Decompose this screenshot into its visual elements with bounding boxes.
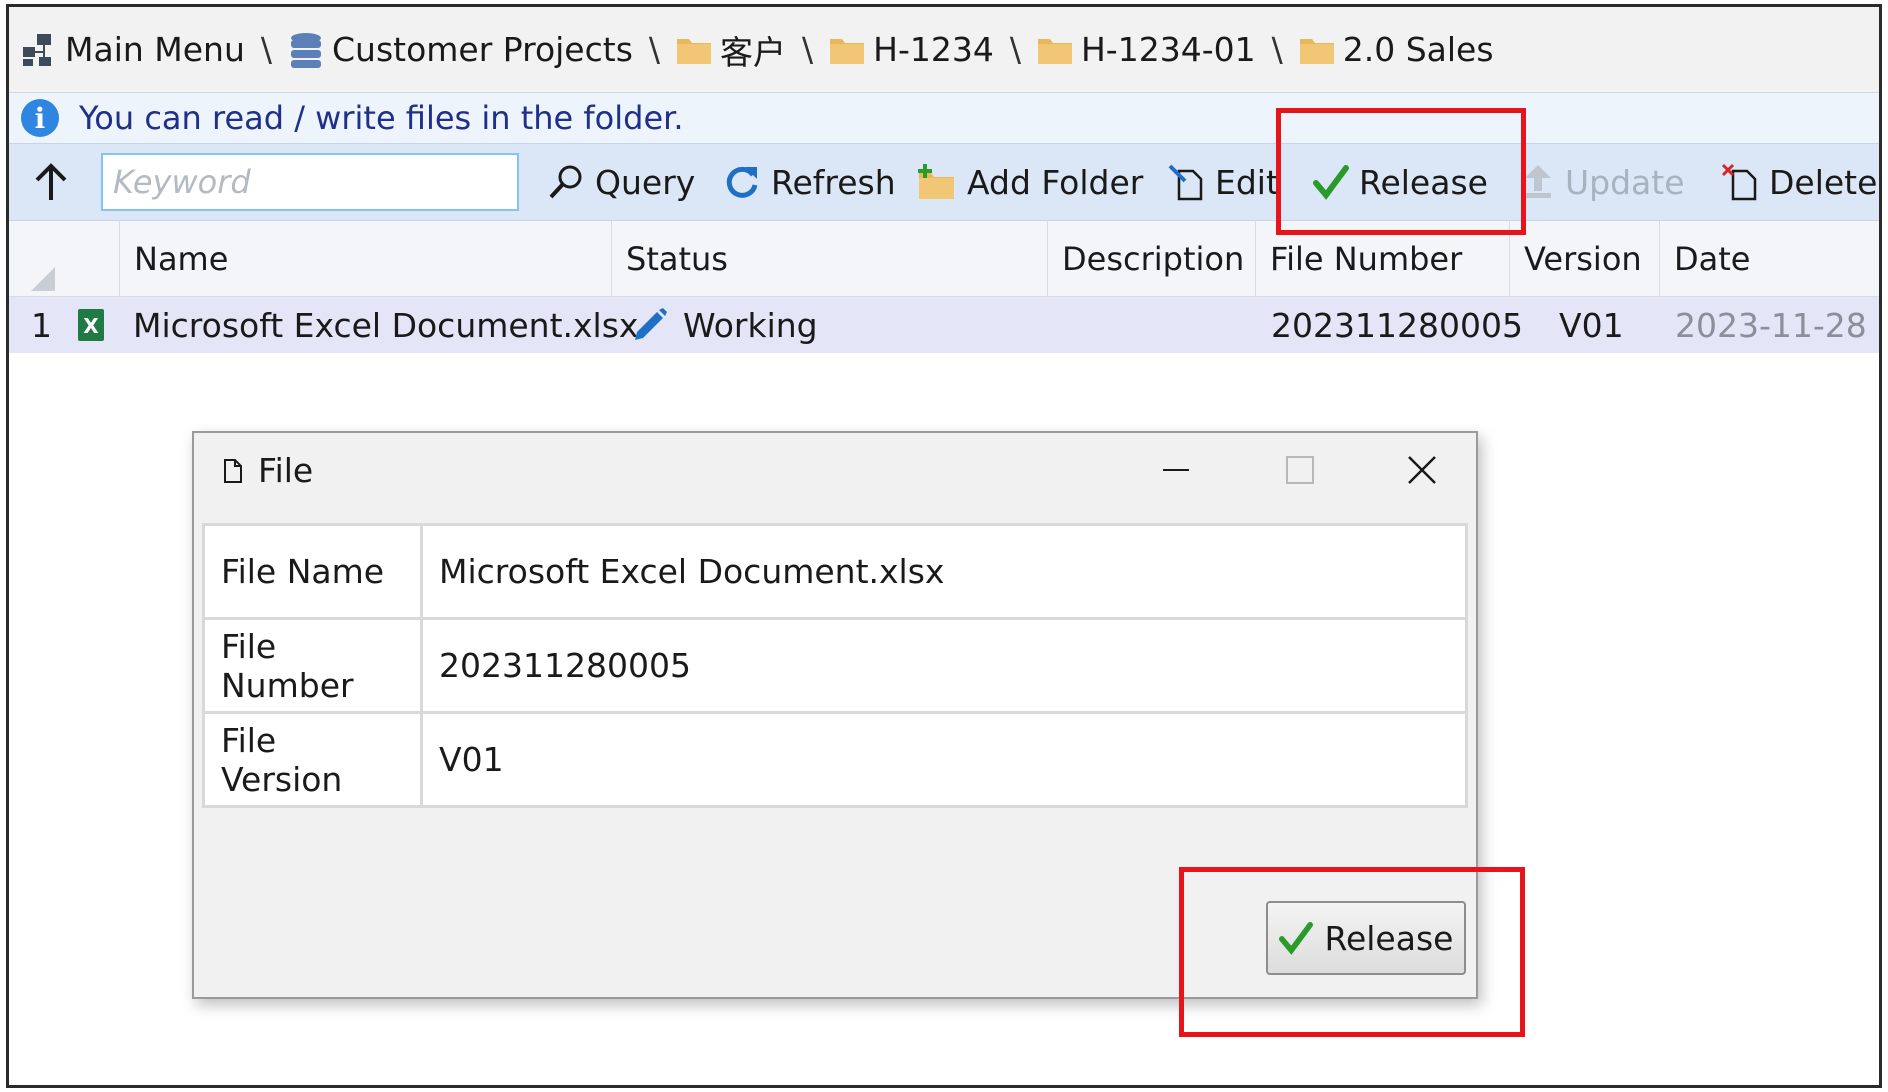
file-name-cell: Microsoft Excel Document.xlsx — [133, 305, 639, 345]
refresh-icon — [726, 166, 758, 198]
maximize-icon — [1286, 456, 1314, 484]
arrow-up-icon[interactable] — [29, 160, 73, 204]
status-cell: Working — [631, 297, 818, 353]
refresh-button[interactable]: Refresh — [723, 156, 896, 208]
highlight-box-dialog-release — [1179, 867, 1525, 1037]
toolbar: Query Refresh Add Folder Edit — [9, 143, 1879, 221]
info-bar: i You can read / write files in the fold… — [9, 93, 1879, 143]
breadcrumb-label: 2.0 Sales — [1342, 30, 1494, 69]
file-number-cell: 202311280005 — [1271, 305, 1523, 345]
breadcrumb-item-h-1234[interactable]: H-1234 — [829, 30, 994, 69]
app-window: Main Menu \ Customer Projects \ 客户 \ H-1… — [6, 4, 1882, 1088]
file-version-value: V01 — [420, 711, 1468, 808]
column-header-name[interactable]: Name — [119, 221, 611, 297]
column-header-description[interactable]: Description — [1047, 221, 1255, 297]
file-name-row: File Name Microsoft Excel Document.xlsx — [202, 523, 1468, 620]
breadcrumb-label: Customer Projects — [332, 30, 633, 69]
add-folder-button[interactable]: Add Folder — [917, 156, 1143, 208]
row-index: 1 — [31, 305, 52, 345]
column-header-label: Date — [1674, 240, 1751, 278]
query-label: Query — [595, 162, 696, 202]
breadcrumb-item-main-menu[interactable]: Main Menu — [19, 30, 245, 69]
minimize-icon — [1163, 469, 1189, 471]
status-label: Working — [683, 305, 818, 345]
folder-icon — [830, 38, 865, 64]
breadcrumb-separator: \ — [802, 30, 814, 69]
breadcrumb-label: H-1234-01 — [1080, 30, 1256, 69]
info-icon: i — [21, 99, 59, 137]
close-button[interactable] — [1392, 447, 1452, 493]
edit-file-icon — [1168, 164, 1203, 201]
minimize-button[interactable] — [1146, 447, 1206, 493]
breadcrumb-label: 客户 — [720, 32, 787, 72]
column-header-label: File Number — [1270, 240, 1463, 278]
date-cell: 2023-11-28 14 — [1675, 305, 1879, 345]
upload-icon — [1525, 165, 1551, 198]
file-name-value: Microsoft Excel Document.xlsx — [420, 523, 1468, 620]
query-button[interactable]: Query — [547, 156, 695, 208]
edit-label: Edit — [1215, 162, 1279, 202]
table-row[interactable]: 1 X Microsoft Excel Document.xlsx Workin… — [9, 297, 1879, 353]
update-label: Update — [1565, 162, 1685, 202]
breadcrumb-label: H-1234 — [873, 30, 994, 69]
file-number-row: File Number 202311280005 — [202, 617, 1468, 714]
search-input[interactable] — [101, 153, 519, 211]
breadcrumb-separator: \ — [648, 30, 661, 69]
column-header-label: Name — [134, 240, 229, 278]
column-header-date[interactable]: Date — [1659, 221, 1879, 297]
search-icon — [549, 165, 582, 199]
breadcrumb-label: Main Menu — [65, 30, 245, 69]
pencil-icon — [635, 308, 667, 340]
document-icon — [224, 458, 242, 483]
edit-button[interactable]: Edit — [1167, 156, 1279, 208]
close-icon — [1408, 456, 1436, 484]
breadcrumb-item-customer-projects[interactable]: Customer Projects — [288, 30, 633, 69]
highlight-box-toolbar-release — [1276, 108, 1526, 235]
info-message: You can read / write files in the folder… — [79, 99, 684, 137]
field-label: File Version — [202, 711, 423, 808]
file-version-row: File Version V01 — [202, 711, 1468, 808]
delete-file-icon — [1721, 163, 1757, 201]
field-label: File Number — [202, 617, 423, 714]
network-icon — [23, 33, 51, 66]
field-label: File Name — [202, 523, 423, 620]
add-folder-icon — [918, 164, 954, 199]
breadcrumb-separator: \ — [1271, 30, 1283, 69]
file-number-value: 202311280005 — [420, 617, 1468, 714]
column-header-label: Version — [1524, 240, 1642, 278]
file-info-table: File Name Microsoft Excel Document.xlsx … — [202, 523, 1468, 808]
update-button[interactable]: Update — [1521, 156, 1685, 208]
breadcrumb-separator: \ — [1009, 30, 1021, 69]
folder-icon — [1037, 38, 1072, 64]
database-icon — [291, 32, 321, 68]
breadcrumb: Main Menu \ Customer Projects \ 客户 \ H-1… — [9, 7, 1879, 93]
refresh-label: Refresh — [771, 162, 896, 202]
add-folder-label: Add Folder — [967, 162, 1144, 202]
folder-icon — [1299, 38, 1334, 64]
breadcrumb-item-customer[interactable]: 客户 — [676, 26, 786, 74]
column-header-label: Description — [1062, 240, 1245, 278]
delete-button[interactable]: Delete — [1721, 156, 1877, 208]
maximize-button[interactable] — [1270, 447, 1330, 493]
breadcrumb-separator: \ — [260, 30, 272, 69]
breadcrumb-item-sales[interactable]: 2.0 Sales — [1299, 30, 1494, 69]
column-header-label: Status — [626, 240, 728, 278]
column-header-version[interactable]: Version — [1509, 221, 1659, 297]
dialog-title-bar: File — [222, 451, 313, 490]
select-all-corner[interactable] — [31, 267, 55, 291]
column-header-status[interactable]: Status — [611, 221, 1047, 297]
version-cell: V01 — [1559, 305, 1624, 345]
grid-header: Name Status Description File Number Vers… — [9, 221, 1879, 297]
folder-icon — [677, 38, 712, 64]
excel-file-icon: X — [77, 297, 105, 353]
svg-text:X: X — [83, 314, 99, 338]
dialog-title: File — [258, 451, 314, 490]
delete-label: Delete — [1769, 162, 1878, 202]
breadcrumb-item-h-1234-01[interactable]: H-1234-01 — [1037, 30, 1256, 69]
